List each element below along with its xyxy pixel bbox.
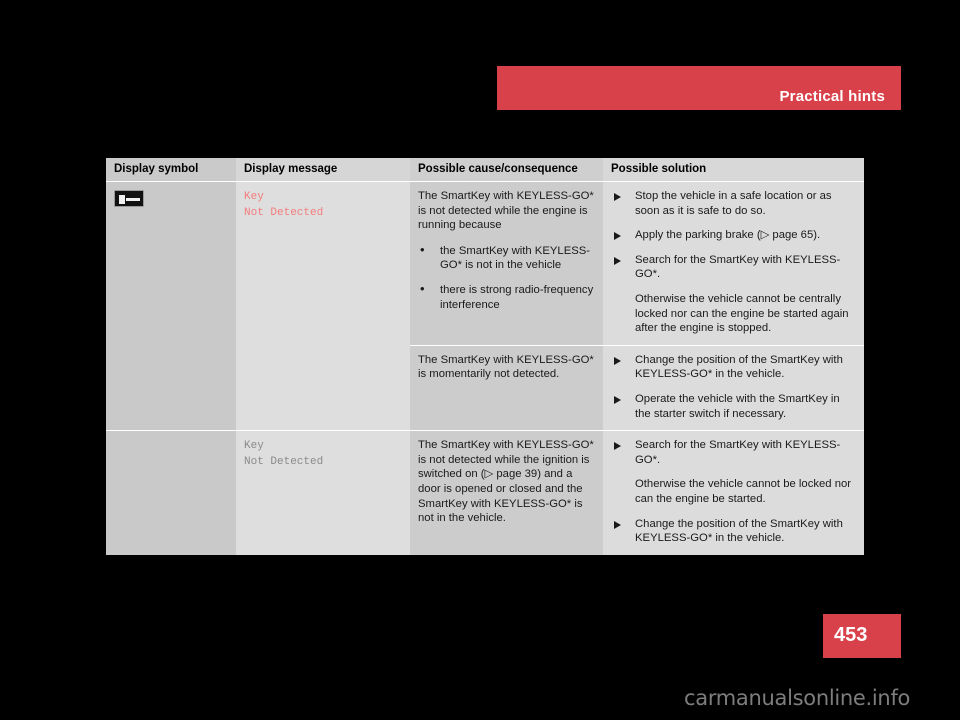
table-row: Key Not Detected The SmartKey with KEYLE… xyxy=(106,180,864,431)
cell-possible-cause: The SmartKey with KEYLESS-GO* is not det… xyxy=(410,430,603,555)
cell-possible-solution: Search for the SmartKey with KEYLESS-GO*… xyxy=(603,430,864,555)
page-number: 453 xyxy=(834,624,868,646)
solution-step-list: Change the position of the SmartKey with… xyxy=(611,353,856,421)
column-header-possible-solution: Possible solution xyxy=(603,158,864,182)
list-item: Search for the SmartKey with KEYLESS-GO*… xyxy=(611,438,856,467)
table-header-row: Display symbol Display message Possible … xyxy=(106,158,864,182)
list-item: Apply the parking brake (▷ page 65). xyxy=(611,228,856,243)
cell-possible-cause: The SmartKey with KEYLESS-GO* is not det… xyxy=(410,181,603,346)
cell-possible-solution: Stop the vehicle in a safe location or a… xyxy=(603,181,864,346)
cell-display-symbol xyxy=(106,430,236,555)
display-message-text: Key Not Detected xyxy=(244,440,324,469)
list-item: the SmartKey with KEYLESS-GO* is not in … xyxy=(418,243,595,273)
table-body: Key Not Detected The SmartKey with KEYLE… xyxy=(106,180,864,555)
cause-intro-text: The SmartKey with KEYLESS-GO* is not det… xyxy=(418,190,594,232)
list-item: Search for the SmartKey with KEYLESS-GO*… xyxy=(611,253,856,282)
solution-step-list: Search for the SmartKey with KEYLESS-GO*… xyxy=(611,438,856,546)
cause-intro-text: The SmartKey with KEYLESS-GO* is momenta… xyxy=(418,353,594,381)
column-header-display-message: Display message xyxy=(236,158,410,182)
solution-step-list: Stop the vehicle in a safe location or a… xyxy=(611,189,856,336)
column-header-display-symbol: Display symbol xyxy=(106,158,236,182)
display-message-text: Key Not Detected xyxy=(244,191,324,219)
table-row: Key Not Detected The SmartKey with KEYLE… xyxy=(106,430,864,555)
cell-display-symbol xyxy=(106,180,236,431)
cell-possible-cause: The SmartKey with KEYLESS-GO* is momenta… xyxy=(410,344,603,431)
cause-intro-text: The SmartKey with KEYLESS-GO* is not det… xyxy=(418,439,594,525)
page-number-block: 453 xyxy=(823,614,901,658)
column-header-possible-cause: Possible cause/consequence xyxy=(410,158,603,182)
list-item: Operate the vehicle with the SmartKey in… xyxy=(611,392,856,421)
watermark: carmanualsonline.info xyxy=(684,686,911,710)
list-item: Change the position of the SmartKey with… xyxy=(611,517,856,546)
page-title: Practical hints xyxy=(779,88,885,105)
list-item: there is strong radio-frequency interfer… xyxy=(418,282,595,312)
list-item: Change the position of the SmartKey with… xyxy=(611,353,856,382)
cell-display-message: Key Not Detected xyxy=(236,430,410,555)
list-item: Stop the vehicle in a safe location or a… xyxy=(611,189,856,218)
cause-bullet-list: the SmartKey with KEYLESS-GO* is not in … xyxy=(418,243,595,312)
key-symbol-icon xyxy=(114,190,144,207)
cell-display-message: Key Not Detected xyxy=(236,180,410,431)
list-item-note: Otherwise the vehicle cannot be locked n… xyxy=(635,478,852,505)
list-item-note: Otherwise the vehicle cannot be centrall… xyxy=(635,292,849,335)
section-header-banner: Practical hints xyxy=(497,66,901,110)
display-messages-table: Display symbol Display message Possible … xyxy=(106,158,864,555)
cell-possible-solution: Change the position of the SmartKey with… xyxy=(603,344,864,431)
